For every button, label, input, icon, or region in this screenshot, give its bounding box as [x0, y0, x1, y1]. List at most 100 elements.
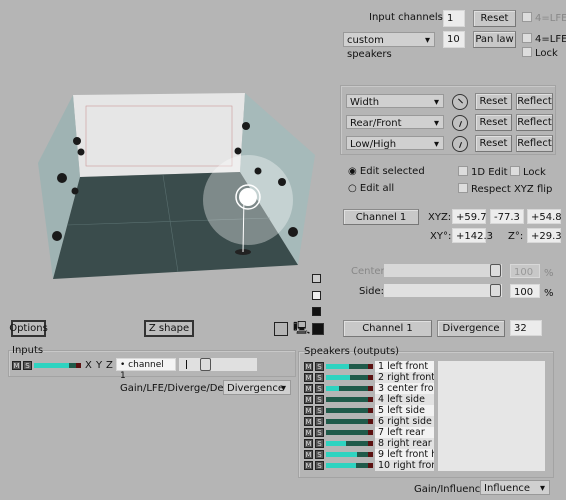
speaker-name[interactable]: 8 right rear	[375, 438, 434, 449]
speaker-name[interactable]: 9 left front height	[375, 449, 434, 460]
speaker-level-meter	[326, 463, 373, 468]
speaker-name[interactable]: 2 right front	[375, 372, 434, 383]
room-3d-view[interactable]	[30, 85, 320, 285]
lock-checkbox[interactable]: Lock	[522, 47, 558, 59]
speaker-solo-button[interactable]: S	[315, 406, 324, 415]
divergence-value-field[interactable]: 32	[510, 320, 542, 336]
speaker-name[interactable]: 6 right side	[375, 416, 434, 427]
input-gain-mode-dropdown[interactable]: Divergence	[223, 380, 291, 396]
speaker-mute-button[interactable]: M	[304, 373, 313, 382]
channel-button[interactable]: Channel 1	[343, 320, 432, 337]
center-slider	[384, 264, 502, 277]
speaker-mute-button[interactable]: M	[304, 406, 313, 415]
z-field[interactable]: +54.8	[527, 209, 562, 224]
speaker-level-meter	[326, 386, 373, 391]
view-cube-icon-1[interactable]	[312, 274, 321, 283]
input-solo-button[interactable]: S	[23, 361, 32, 370]
view-cube-icon-3[interactable]	[312, 307, 321, 316]
input-channel-name[interactable]: • channel 1	[116, 358, 176, 381]
pan-law-button[interactable]: Pan law	[473, 31, 516, 48]
speaker-name[interactable]: 3 center front	[375, 383, 434, 394]
rotate-view-icon[interactable]	[312, 323, 324, 335]
speaker-gain-mode-label: Gain/Influence:	[414, 484, 490, 495]
output-channels-field[interactable]: 10	[443, 31, 465, 48]
speaker-name[interactable]: 1 left front	[375, 361, 434, 372]
lfe-checkbox[interactable]: 4=LFE	[522, 33, 566, 45]
input-mute-button[interactable]: M	[12, 361, 21, 370]
axis-1-reflect-button[interactable]: Reflect	[516, 93, 553, 110]
side-slider[interactable]	[384, 284, 502, 297]
speaker-level-meter	[326, 419, 373, 424]
lfe-disabled-checkbox: 4=LFE	[522, 12, 566, 24]
input-gain-slider[interactable]	[179, 358, 257, 371]
speaker-solo-button[interactable]: S	[315, 362, 324, 371]
speaker-name[interactable]: 10 right front height	[375, 460, 434, 471]
z-deg-field[interactable]: +29.3	[527, 228, 562, 243]
axis-1-dropdown[interactable]: Width	[346, 94, 444, 110]
speaker-solo-button[interactable]: S	[315, 384, 324, 393]
speaker-solo-button[interactable]: S	[315, 417, 324, 426]
respect-xyz-flip-checkbox[interactable]: Respect XYZ flip	[458, 183, 552, 195]
axis-1-reset-button[interactable]: Reset	[475, 93, 512, 110]
channel-select-button[interactable]: Channel 1	[343, 209, 419, 225]
options-button[interactable]: Options	[9, 320, 48, 337]
speaker-mute-button[interactable]: M	[304, 362, 313, 371]
input-level-meter	[34, 363, 81, 368]
multi-view-icon[interactable]: 🖳	[293, 322, 310, 336]
speaker-mute-button[interactable]: M	[304, 417, 313, 426]
speaker-name[interactable]: 7 left rear	[375, 427, 434, 438]
view-cube-icon-2[interactable]	[312, 291, 321, 300]
reset-button[interactable]: Reset	[473, 10, 516, 27]
speaker-mute-button[interactable]: M	[304, 439, 313, 448]
speaker-level-meter	[326, 441, 373, 446]
speaker-solo-button[interactable]: S	[315, 373, 324, 382]
speaker-gain-mode-dropdown[interactable]: Influence	[480, 480, 550, 496]
single-view-icon[interactable]	[274, 322, 288, 336]
speaker-mute-button[interactable]: M	[304, 428, 313, 437]
speaker-solo-button[interactable]: S	[315, 439, 324, 448]
edit-all-radio[interactable]: ○ Edit all	[348, 183, 394, 194]
speaker-mute-button[interactable]: M	[304, 450, 313, 459]
z-deg-label: Z°:	[508, 231, 524, 242]
axis-3-reflect-button[interactable]: Reflect	[516, 135, 553, 152]
xy-deg-label: XY°:	[430, 231, 452, 242]
speaker-name[interactable]: 4 left side	[375, 394, 434, 405]
speaker-solo-button[interactable]: S	[315, 395, 324, 404]
speaker-solo-button[interactable]: S	[315, 450, 324, 459]
speaker-mute-button[interactable]: M	[304, 461, 313, 470]
axis-2-knob[interactable]	[452, 115, 468, 131]
speaker-mute-button[interactable]: M	[304, 395, 313, 404]
axis-1-knob[interactable]	[452, 94, 468, 110]
back-wall	[73, 93, 245, 177]
axis-3-dropdown[interactable]: Low/High	[346, 136, 444, 152]
axis-2-dropdown[interactable]: Rear/Front	[346, 115, 444, 131]
flip-x-toggle[interactable]: X	[85, 360, 92, 371]
edit-lock-checkbox[interactable]: Lock	[510, 166, 546, 178]
xy-deg-field[interactable]: +142.3	[452, 228, 493, 243]
inputs-title: Inputs	[12, 345, 44, 356]
side-value-field[interactable]: 100	[510, 284, 540, 298]
speaker-solo-button[interactable]: S	[315, 461, 324, 470]
axis-2-reflect-button[interactable]: Reflect	[516, 114, 553, 131]
y-field[interactable]: -77.3	[490, 209, 524, 224]
speaker-solo-button[interactable]: S	[315, 428, 324, 437]
speaker-level-meter	[326, 430, 373, 435]
side-label: Side:	[359, 286, 384, 297]
x-field[interactable]: +59.7	[452, 209, 487, 224]
side-unit: %	[544, 288, 554, 299]
z-shape-button[interactable]: Z shape	[144, 320, 194, 337]
input-channels-field[interactable]: 1	[443, 10, 465, 27]
axis-3-reset-button[interactable]: Reset	[475, 135, 512, 152]
speaker-gain-sliders[interactable]	[438, 361, 545, 471]
flip-y-toggle[interactable]: Y	[96, 360, 102, 371]
speaker-mute-button[interactable]: M	[304, 384, 313, 393]
xyz-label: XYZ:	[428, 212, 452, 223]
axis-2-reset-button[interactable]: Reset	[475, 114, 512, 131]
1d-edit-checkbox[interactable]: 1D Edit	[458, 166, 508, 178]
speaker-layout-dropdown[interactable]: custom speakers	[343, 32, 435, 60]
edit-selected-radio[interactable]: ◉ Edit selected	[348, 166, 425, 177]
divergence-button[interactable]: Divergence	[437, 320, 505, 337]
speaker-name[interactable]: 5 left side	[375, 405, 434, 416]
axis-3-knob[interactable]	[452, 136, 468, 152]
flip-z-toggle[interactable]: Z	[106, 360, 113, 371]
